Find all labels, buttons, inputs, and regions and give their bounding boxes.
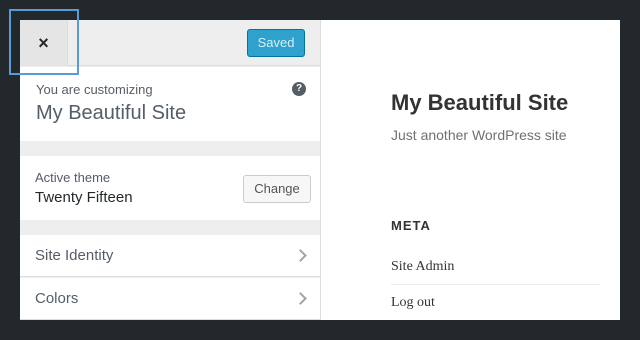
- close-button[interactable]: ×: [20, 20, 68, 66]
- site-admin-link[interactable]: Site Admin: [391, 259, 600, 275]
- change-theme-button[interactable]: Change: [243, 175, 311, 203]
- site-name: My Beautiful Site: [36, 102, 187, 124]
- active-theme-section: Active theme Twenty Fifteen Change: [20, 156, 320, 220]
- customizer-window: × Saved You are customizing My Beautiful…: [20, 20, 620, 320]
- log-out-link[interactable]: Log out: [391, 295, 600, 311]
- help-icon[interactable]: ?: [292, 82, 306, 96]
- preview-tagline: Just another WordPress site: [391, 127, 567, 143]
- customizing-prefix: You are customizing: [36, 82, 153, 97]
- site-preview: My Beautiful Site Just another WordPress…: [321, 20, 620, 320]
- customizer-panel: × Saved You are customizing My Beautiful…: [20, 20, 321, 320]
- saved-button[interactable]: Saved: [247, 29, 305, 57]
- section-site-identity[interactable]: Site Identity: [20, 235, 320, 277]
- close-icon: ×: [38, 32, 49, 53]
- preview-site-title[interactable]: My Beautiful Site: [391, 90, 568, 116]
- section-label: Site Identity: [35, 247, 114, 264]
- customizing-info: You are customizing My Beautiful Site ?: [20, 67, 320, 141]
- active-theme-label: Active theme: [35, 170, 111, 185]
- theme-name: Twenty Fifteen: [35, 189, 133, 206]
- chevron-right-icon: [294, 249, 307, 262]
- section-colors[interactable]: Colors: [20, 278, 320, 320]
- panel-header: × Saved: [20, 20, 320, 66]
- meta-divider: [391, 284, 600, 285]
- chevron-right-icon: [294, 292, 307, 305]
- meta-widget-title: META: [391, 218, 431, 233]
- section-label: Colors: [35, 290, 79, 307]
